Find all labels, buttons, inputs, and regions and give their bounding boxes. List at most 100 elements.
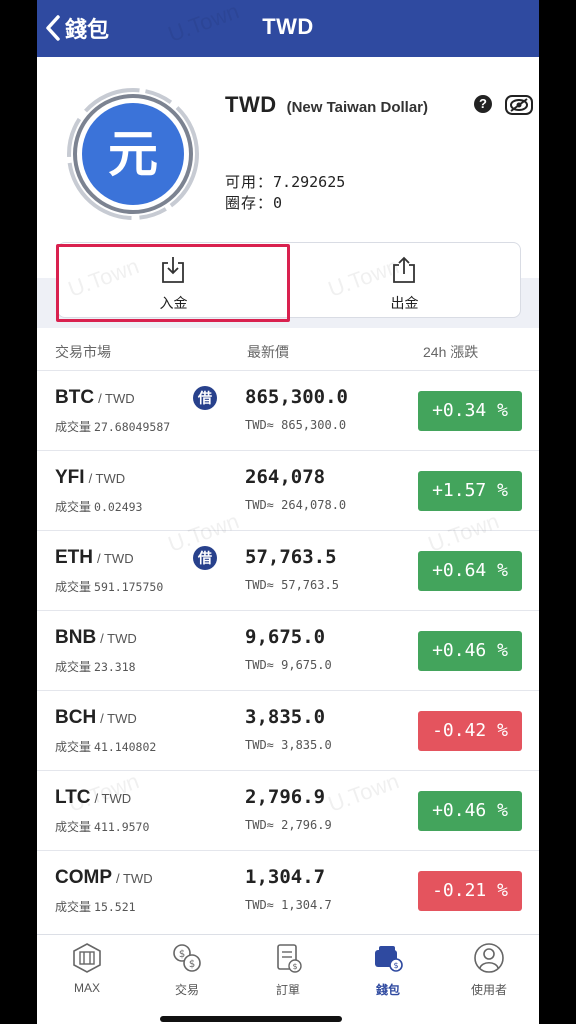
twd-equivalent: TWD≈ 1,304.7 (245, 898, 332, 912)
column-market: 交易市場 (55, 344, 111, 360)
base-symbol: BTC (55, 387, 95, 408)
table-row[interactable]: LTC / TWD 成交量 411.9570 2,796.9 TWD≈ 2,796.… (37, 770, 539, 850)
home-indicator (160, 1016, 342, 1022)
twd-equivalent: TWD≈ 2,796.9 (245, 818, 332, 832)
orders-icon: $ (277, 944, 302, 973)
user-icon (474, 943, 504, 973)
deposit-withdraw-panel: 入金 出金 (57, 242, 521, 318)
volume-value: 23.318 (94, 660, 136, 674)
change-badge: -0.21 % (418, 871, 522, 911)
quote-symbol: / TWD (88, 471, 126, 486)
twd-equivalent: TWD≈ 3,835.0 (245, 738, 332, 752)
tab-wallet[interactable]: $ 錢包 (338, 941, 438, 1011)
top-bar: 錢包 TWD (37, 0, 539, 57)
volume-value: 0.02493 (94, 500, 143, 514)
currency-full-name: (New Taiwan Dollar) (286, 99, 429, 116)
twd-coin-icon: 元 (67, 88, 199, 220)
bottom-tab-bar: MAX $ $ 交易 $ 訂單 $ 錢包 使用者 (37, 934, 539, 1024)
volume-value: 15.521 (94, 900, 136, 914)
currency-title: TWD (New Taiwan Dollar) (225, 92, 428, 118)
download-icon (162, 257, 184, 283)
deposit-label: 入金 (159, 295, 188, 311)
market-symbol: BTC / TWD (55, 387, 135, 409)
volume: 成交量 23.318 (55, 658, 136, 675)
table-row[interactable]: BCH / TWD 成交量 41.140802 3,835.0 TWD≈ 3,835… (37, 690, 539, 770)
table-row[interactable]: YFI / TWD 成交量 0.02493 264,078 TWD≈ 264,078… (37, 450, 539, 530)
svg-text:$: $ (179, 949, 185, 960)
quote-symbol: / TWD (94, 791, 132, 806)
market-symbol: ETH / TWD (55, 547, 134, 569)
volume-label: 成交量 (55, 820, 92, 834)
change-badge: +1.57 % (418, 471, 522, 511)
available-label: 可用： (225, 174, 274, 191)
volume: 成交量 41.140802 (55, 738, 156, 755)
market-symbol: BNB / TWD (55, 627, 137, 649)
change-badge: +0.46 % (418, 631, 522, 671)
currency-code: TWD (225, 92, 277, 117)
volume-label: 成交量 (55, 660, 92, 674)
available-value: 7.292625 (273, 173, 346, 191)
available-balance: 可用：7.292625 (225, 171, 345, 192)
base-symbol: ETH (55, 547, 93, 568)
margin-badge: 借 (193, 386, 217, 410)
tab-max[interactable]: MAX (37, 941, 137, 1011)
tab-orders[interactable]: $ 訂單 (238, 941, 338, 1011)
tab-label: 訂單 (275, 983, 300, 997)
table-row[interactable]: COMP / TWD 成交量 15.521 1,304.7 TWD≈ 1,304.7… (37, 850, 539, 930)
volume-label: 成交量 (55, 420, 92, 434)
last-price: 3,835.0 (245, 706, 326, 728)
base-symbol: LTC (55, 787, 91, 808)
svg-text:$: $ (393, 961, 398, 970)
upload-icon (393, 256, 415, 283)
market-symbol: YFI / TWD (55, 467, 125, 489)
hide-balance-eye-icon[interactable] (505, 95, 533, 115)
wallet-icon: $ (375, 946, 403, 972)
tab-label: 交易 (174, 983, 199, 997)
volume-value: 27.68049587 (94, 420, 171, 434)
quote-symbol: / TWD (116, 871, 153, 886)
last-price: 264,078 (245, 466, 326, 488)
market-list: BTC / TWD 借 成交量 27.68049587 865,300.0 TWD≈… (37, 370, 539, 930)
tab-label: 使用者 (470, 983, 507, 997)
tab-label: MAX (73, 981, 100, 995)
withdraw-button[interactable]: 出金 (289, 243, 520, 317)
locked-balance: 圈存：0 (225, 192, 282, 213)
table-row[interactable]: BTC / TWD 借 成交量 27.68049587 865,300.0 TWD≈… (37, 370, 539, 450)
svg-text:$: $ (292, 962, 297, 971)
locked-value: 0 (273, 194, 283, 212)
base-symbol: BNB (55, 627, 97, 648)
last-price: 1,304.7 (245, 866, 326, 888)
table-row[interactable]: BNB / TWD 成交量 23.318 9,675.0 TWD≈ 9,675.0 … (37, 610, 539, 690)
max-logo-icon (73, 943, 101, 973)
column-last-price: 最新價 (247, 344, 289, 360)
market-table-header: 交易市場 最新價 24h 漲跌 (37, 330, 539, 368)
tab-exchange[interactable]: $ $ 交易 (137, 941, 237, 1011)
volume-label: 成交量 (55, 740, 92, 754)
tab-user[interactable]: 使用者 (439, 941, 539, 1011)
margin-badge: 借 (193, 546, 217, 570)
quote-symbol: / TWD (97, 551, 134, 566)
volume: 成交量 411.9570 (55, 818, 149, 835)
change-badge: +0.64 % (418, 551, 522, 591)
volume-label: 成交量 (55, 900, 92, 914)
change-badge: +0.34 % (418, 391, 522, 431)
withdraw-label: 出金 (390, 295, 419, 311)
volume: 成交量 15.521 (55, 898, 136, 915)
exchange-icon: $ $ (173, 944, 201, 972)
quote-symbol: / TWD (100, 711, 137, 726)
deposit-button[interactable]: 入金 (58, 243, 289, 317)
wallet-screen: 錢包 TWD 元 TWD (New Taiwan Dollar) ? 可用：7.… (37, 0, 539, 1024)
last-price: 9,675.0 (245, 626, 326, 648)
market-symbol: COMP / TWD (55, 867, 153, 889)
svg-text:$: $ (189, 959, 195, 970)
column-24h-change: 24h 漲跌 (423, 344, 479, 360)
last-price: 2,796.9 (245, 786, 326, 808)
volume-label: 成交量 (55, 580, 92, 594)
market-symbol: BCH / TWD (55, 707, 137, 729)
coin-glyph: 元 (108, 125, 158, 183)
change-badge: -0.42 % (418, 711, 522, 751)
table-row[interactable]: ETH / TWD 借 成交量 591.175750 57,763.5 TWD≈ 5… (37, 530, 539, 610)
help-icon[interactable]: ? (474, 95, 492, 113)
volume: 成交量 27.68049587 (55, 418, 170, 435)
volume-label: 成交量 (55, 500, 92, 514)
